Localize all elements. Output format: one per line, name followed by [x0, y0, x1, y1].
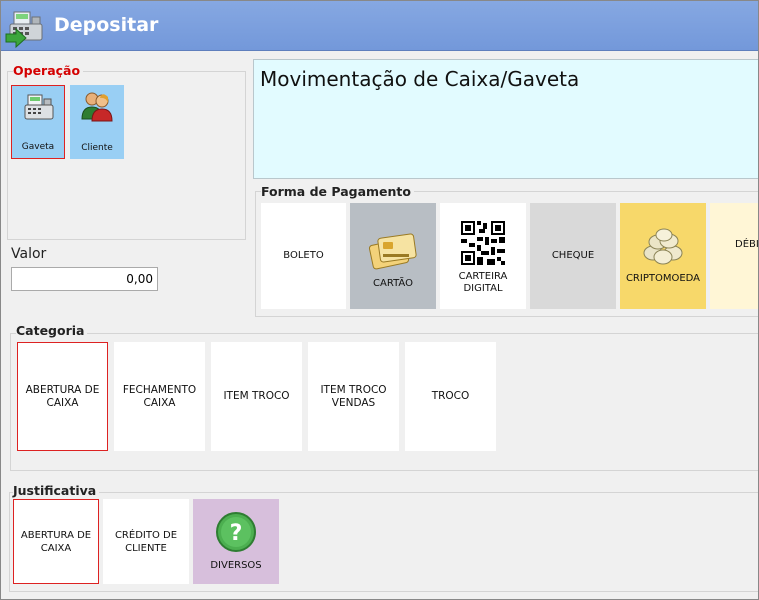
categoria-fechamento-caixa-label: FECHAMENTO CAIXA: [122, 383, 197, 409]
categoria-troco-label: TROCO: [431, 390, 470, 402]
pagamento-cheque-label: CHEQUE: [551, 250, 595, 261]
justificativa-abertura-caixa-label: ABERTURA DE CAIXA: [20, 529, 92, 554]
deposit-window: Depositar Operação Gaveta Cliente Valor …: [0, 0, 759, 600]
pagamento-carteira-digital-button[interactable]: CARTEIRA DIGITAL: [440, 203, 526, 309]
svg-text:?: ?: [230, 521, 243, 546]
categoria-label: Categoria: [16, 323, 88, 338]
pagamento-criptomoeda-label: CRIPTOMOEDA: [625, 273, 701, 284]
user-icon: [81, 92, 113, 122]
help-question-icon: ?: [216, 512, 256, 552]
categoria-item-troco-vendas-button[interactable]: ITEM TROCO VENDAS: [308, 342, 399, 451]
operacao-gaveta-label: Gaveta: [21, 142, 55, 152]
pagamento-cartao-label: CARTÃO: [373, 278, 413, 289]
valor-input[interactable]: [11, 267, 158, 291]
justificativa-credito-cliente-button[interactable]: CRÉDITO DE CLIENTE: [103, 499, 189, 584]
pagamento-cheque-button[interactable]: CHEQUE: [530, 203, 616, 309]
justificativa-credito-cliente-label: CRÉDITO DE CLIENTE: [114, 529, 178, 554]
coins-icon: [643, 228, 683, 265]
operacao-label: Operação: [13, 63, 84, 78]
categoria-abertura-caixa-label: ABERTURA DE CAIXA: [25, 383, 100, 409]
description-display: Movimentação de Caixa/Gaveta: [253, 59, 758, 179]
operacao-cliente-label: Cliente: [81, 143, 113, 153]
operacao-gaveta-button[interactable]: Gaveta: [11, 85, 65, 159]
credit-card-icon: [368, 233, 417, 270]
cash-register-icon: [5, 11, 43, 48]
categoria-fechamento-caixa-button[interactable]: FECHAMENTO CAIXA: [114, 342, 205, 451]
justificativa-diversos-label: DIVERSOS: [210, 560, 262, 571]
pagamento-debito-label: DÉBITO: [735, 239, 759, 250]
justificativa-diversos-button[interactable]: ? DIVERSOS: [193, 499, 279, 584]
pagamento-cartao-button[interactable]: CARTÃO: [350, 203, 436, 309]
valor-label: Valor: [11, 246, 47, 262]
categoria-item-troco-label: ITEM TROCO: [223, 390, 290, 402]
pagamento-debito-button[interactable]: DÉBITO: [710, 203, 759, 309]
pagamento-boleto-label: BOLETO: [283, 250, 324, 261]
operacao-cliente-button[interactable]: Cliente: [70, 85, 124, 159]
pagamento-carteira-digital-label: CARTEIRA DIGITAL: [458, 271, 508, 294]
window-title: Depositar: [54, 14, 159, 36]
cash-register-icon: [24, 94, 54, 120]
justificativa-label: Justificativa: [13, 483, 100, 498]
categoria-item-troco-vendas-label: ITEM TROCO VENDAS: [320, 383, 387, 409]
title-bar: Depositar: [1, 1, 758, 51]
pagamento-criptomoeda-button[interactable]: CRIPTOMOEDA: [620, 203, 706, 309]
categoria-item-troco-button[interactable]: ITEM TROCO: [211, 342, 302, 451]
categoria-abertura-caixa-button[interactable]: ABERTURA DE CAIXA: [17, 342, 108, 451]
justificativa-abertura-caixa-button[interactable]: ABERTURA DE CAIXA: [13, 499, 99, 584]
pagamento-boleto-button[interactable]: BOLETO: [261, 203, 346, 309]
qr-code-icon: [459, 219, 507, 267]
categoria-troco-button[interactable]: TROCO: [405, 342, 496, 451]
forma-pagamento-label: Forma de Pagamento: [261, 184, 414, 199]
